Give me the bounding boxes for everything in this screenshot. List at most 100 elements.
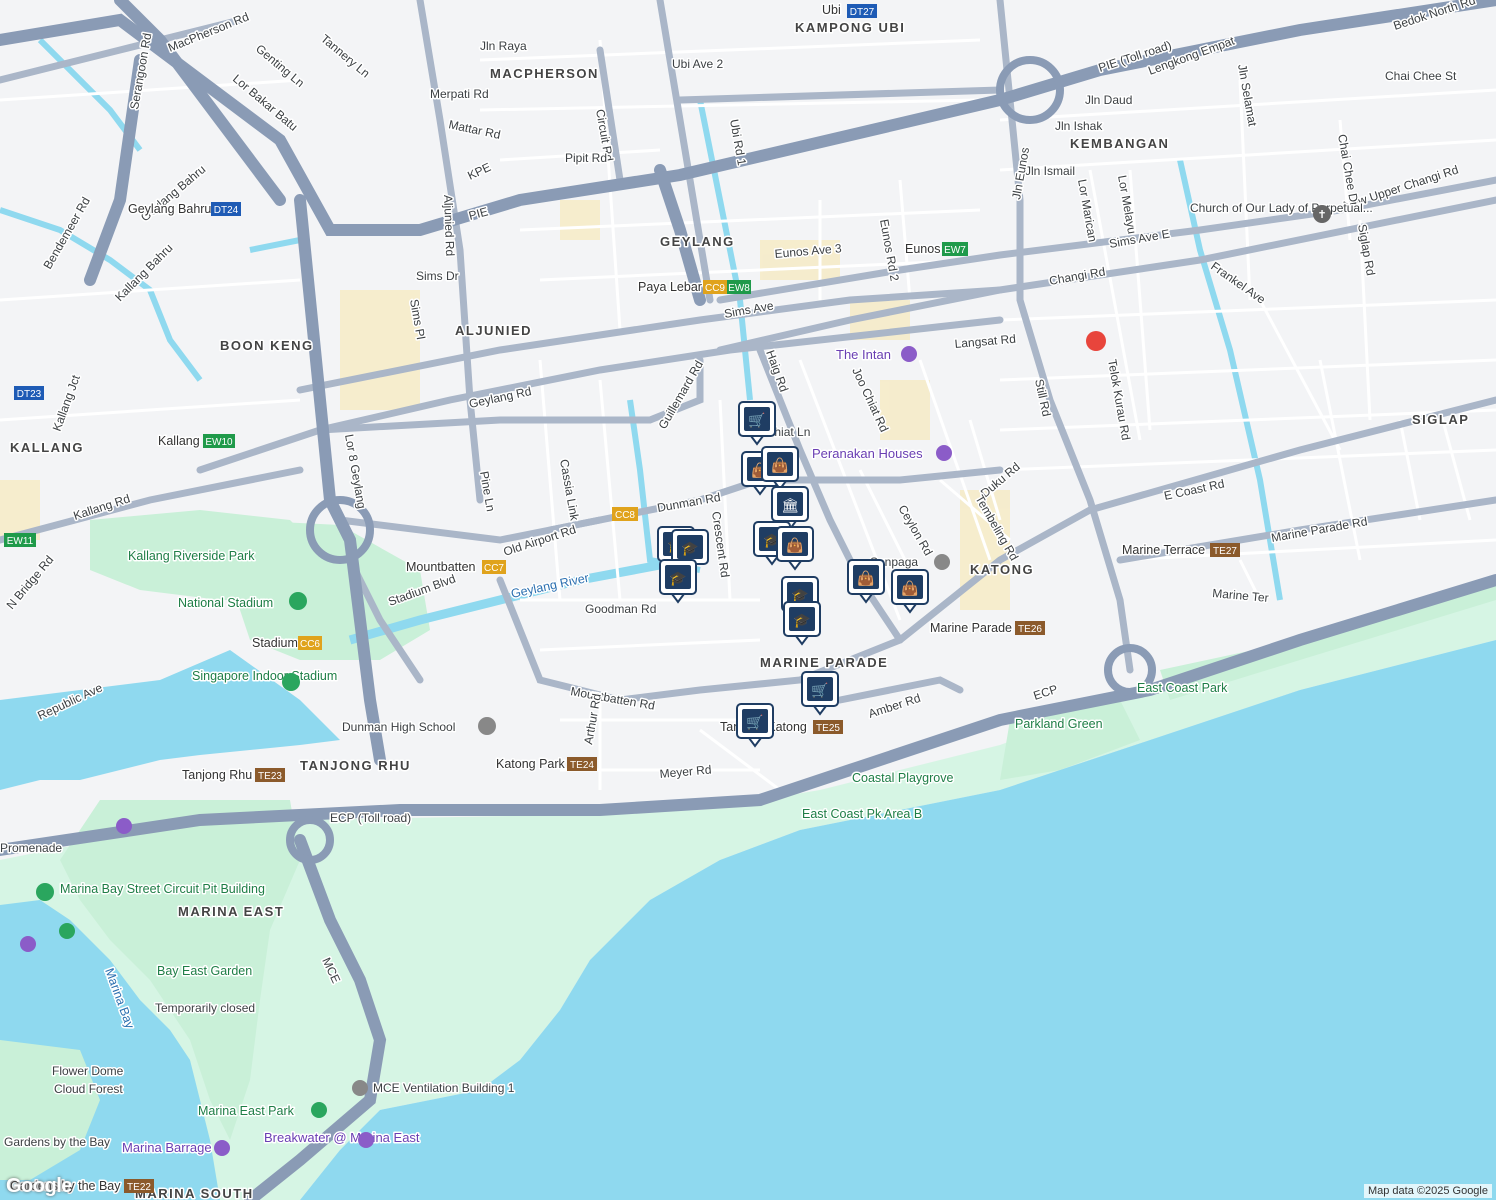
svg-text:CC9: CC9 — [705, 283, 725, 294]
svg-text:TE27: TE27 — [1213, 546, 1237, 557]
east-coast-park: East Coast Park — [1137, 681, 1228, 695]
svg-text:Church of Our Lady of Perpetua: Church of Our Lady of Perpetual... — [1190, 201, 1373, 215]
road-label: Merpati Rd — [430, 87, 489, 101]
area-marine-parade: MARINE PARADE — [760, 655, 888, 670]
shopping-cart-icon: 🛒 — [811, 682, 828, 699]
shopping-bag-icon: 👜 — [857, 570, 874, 587]
park-icon[interactable] — [59, 923, 75, 939]
flower-dome: Flower Dome — [52, 1064, 124, 1078]
svg-text:Tanjong Rhu: Tanjong Rhu — [182, 768, 252, 782]
svg-text:EW10: EW10 — [205, 437, 233, 448]
svg-text:DT27: DT27 — [850, 7, 875, 18]
svg-text:Breakwater @ Marina East: Breakwater @ Marina East — [264, 1130, 420, 1145]
svg-text:TE23: TE23 — [258, 771, 282, 782]
svg-text:Marina Bay Street Circuit Pit: Marina Bay Street Circuit Pit Building — [60, 882, 265, 896]
station-eunos[interactable]: Eunos EW7 — [904, 241, 968, 258]
svg-text:DT23: DT23 — [17, 389, 42, 400]
cross-icon: ✝ — [1317, 208, 1326, 221]
shopping-cart-icon: 🛒 — [748, 412, 765, 429]
road-label: Jln Ismail — [1025, 164, 1075, 178]
map-attribution[interactable]: Map data ©2025 Google — [1363, 1184, 1492, 1198]
area-macpherson: MACPHERSON — [490, 66, 599, 81]
svg-text:National Stadium: National Stadium — [178, 596, 273, 610]
coastal-playgrove: Coastal Playgrove — [852, 771, 953, 785]
east-coast-pk-area-b: East Coast Pk Area B — [802, 807, 922, 821]
mce-ventilation-poi[interactable]: MCE Ventilation Building 1 — [352, 1080, 516, 1097]
station-stadium[interactable]: Stadium CC6 — [251, 635, 322, 652]
road-label: Chai Chee St — [1385, 69, 1457, 83]
station-marine-parade[interactable]: Marine Parade TE26 — [929, 620, 1045, 637]
area-kampong-ubi: KAMPONG UBI — [795, 20, 905, 35]
area-marina-east: MARINA EAST — [178, 904, 284, 919]
station-katong-park[interactable]: Katong Park TE24 — [495, 756, 597, 773]
svg-text:Marina Barrage: Marina Barrage — [122, 1140, 212, 1155]
station-mountbatten[interactable]: Mountbatten CC7 — [405, 559, 506, 576]
road-label: Sims Dr — [416, 269, 459, 283]
promenade: Promenade — [0, 841, 62, 855]
the-intan-poi[interactable]: The Intan — [835, 346, 917, 364]
school-icon: 🎓 — [793, 613, 810, 629]
shopping-bag-icon: 👜 — [771, 457, 788, 474]
map-canvas[interactable]: MACPHERSON KAMPONG UBI KEMBANGAN GEYLANG… — [0, 0, 1496, 1200]
hospital-icon[interactable] — [1086, 331, 1106, 351]
road-label: Jln Daud — [1085, 93, 1132, 107]
svg-text:Singapore Indoor Stadium: Singapore Indoor Stadium — [192, 669, 337, 683]
svg-text:Mountbatten: Mountbatten — [406, 560, 476, 574]
cloud-forest: Cloud Forest — [54, 1082, 123, 1096]
area-geylang: GEYLANG — [660, 234, 735, 249]
kallang-riverside-park: Kallang Riverside Park — [128, 549, 255, 563]
shopping-bag-icon: 👜 — [786, 537, 803, 554]
road-label: Ubi Ave 2 — [672, 57, 723, 71]
station-lavender[interactable]: EW11 — [4, 533, 36, 547]
svg-text:EW8: EW8 — [728, 283, 750, 294]
svg-text:Marina East Park: Marina East Park — [198, 1104, 295, 1118]
road-label: Aljunied Rd — [441, 195, 457, 257]
bay-east-garden: Bay East Garden — [157, 964, 252, 978]
road-label: Goodman Rd — [585, 602, 656, 616]
station-bendemeer[interactable]: DT23 — [14, 386, 44, 400]
area-katong: KATONG — [970, 562, 1034, 577]
station-tanjong-rhu[interactable]: Tanjong Rhu TE23 — [181, 767, 285, 784]
area-aljunied: ALJUNIED — [455, 323, 532, 338]
shopping-cart-icon: 🛒 — [746, 714, 763, 731]
school-icon: 🎓 — [669, 571, 686, 587]
bank-icon: 🏛 — [781, 497, 799, 514]
svg-text:Paya Lebar: Paya Lebar — [638, 280, 702, 294]
svg-text:Geylang Bahru: Geylang Bahru — [128, 202, 211, 216]
attraction-icon[interactable] — [116, 818, 132, 834]
svg-text:Stadium: Stadium — [252, 636, 298, 650]
google-logo: Google — [6, 1175, 72, 1197]
svg-text:MCE Ventilation Building 1: MCE Ventilation Building 1 — [373, 1081, 515, 1095]
svg-text:Ubi: Ubi — [822, 3, 841, 17]
station-ubi[interactable]: Ubi DT27 — [821, 2, 877, 19]
svg-text:Dunman High School: Dunman High School — [342, 720, 455, 734]
svg-text:Marine Parade: Marine Parade — [930, 621, 1012, 635]
parkland-green: Parkland Green — [1015, 717, 1103, 731]
school-icon: 🎓 — [681, 541, 698, 557]
station-kallang[interactable]: Kallang EW10 — [157, 433, 235, 450]
station-dakota[interactable]: CC8 — [612, 507, 638, 521]
svg-text:CC8: CC8 — [615, 510, 635, 521]
road-label: Pipit Rd — [565, 151, 607, 165]
svg-text:EW11: EW11 — [7, 536, 34, 547]
road-label: ECP (Toll road) — [330, 811, 411, 825]
area-kembangan: KEMBANGAN — [1070, 136, 1169, 151]
svg-text:TE24: TE24 — [570, 760, 594, 771]
svg-text:Eunos: Eunos — [905, 242, 940, 256]
svg-text:CC6: CC6 — [300, 639, 320, 650]
area-tanjong-rhu: TANJONG RHU — [300, 758, 411, 773]
attraction-icon[interactable] — [20, 936, 36, 952]
station-marine-terrace[interactable]: Marine Terrace TE27 — [1121, 542, 1240, 559]
svg-text:Marine Terrace: Marine Terrace — [1122, 543, 1205, 557]
area-kallang: KALLANG — [10, 440, 84, 455]
svg-text:Peranakan Houses: Peranakan Houses — [812, 446, 923, 461]
area-siglap: SIGLAP — [1412, 412, 1469, 427]
gardens-by-the-bay: Gardens by the Bay — [4, 1135, 110, 1149]
svg-text:TE26: TE26 — [1018, 624, 1042, 635]
station-geylang-bahru[interactable]: Geylang Bahru DT24 — [127, 201, 241, 218]
station-paya-lebar[interactable]: Paya Lebar CC9 EW8 — [637, 279, 751, 296]
svg-text:Katong Park: Katong Park — [496, 757, 566, 771]
bay-east-garden-note: Temporarily closed — [155, 1001, 255, 1015]
svg-text:Kallang: Kallang — [158, 434, 200, 448]
svg-text:EW7: EW7 — [944, 245, 966, 256]
